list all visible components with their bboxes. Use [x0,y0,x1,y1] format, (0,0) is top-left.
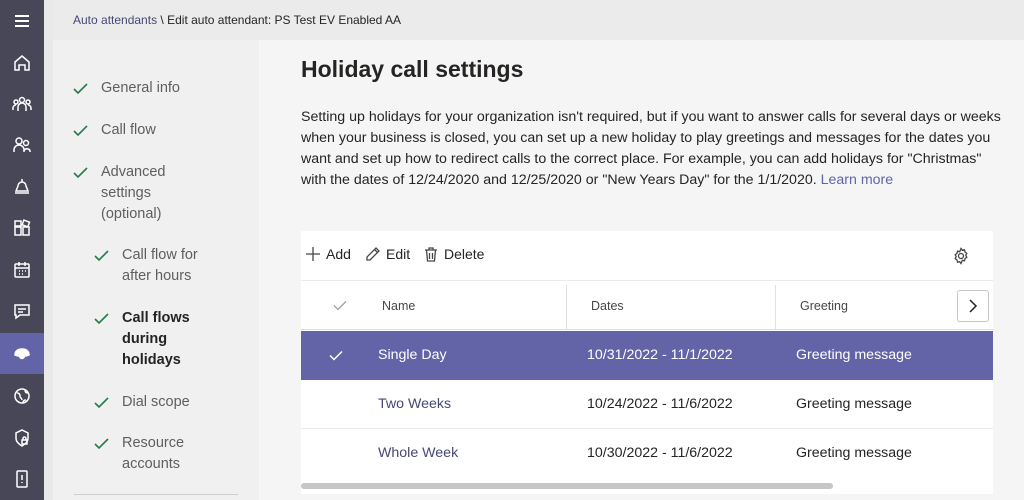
edit-button-label: Edit [386,246,411,262]
holiday-dates: 10/31/2022 - 11/1/2022 [587,347,733,363]
holiday-name[interactable]: Single Day [378,331,447,379]
checkmark-icon [73,78,89,99]
step-advanced-settings[interactable]: Advanced settings (optional) [73,162,183,225]
trash-icon [425,247,437,262]
rail-item-teams[interactable] [0,83,44,124]
messaging-icon [14,303,30,319]
holiday-name[interactable]: Whole Week [378,429,458,477]
horizontal-scrollbar[interactable] [301,483,833,489]
column-header-name[interactable]: Name [382,281,415,330]
step-dial-scope[interactable]: Dial scope [94,392,190,413]
breadcrumb-link-auto-attendants[interactable]: Auto attendants [73,13,157,27]
page-title: Holiday call settings [301,56,524,82]
meetings-icon [14,178,30,194]
column-header-dates[interactable]: Dates [591,281,624,330]
column-separator [566,285,567,330]
rail-item-security[interactable] [0,417,44,458]
step-label: Dial scope [122,394,190,410]
calendar-icon [14,261,30,278]
rail-item-home[interactable] [0,42,44,83]
table-row[interactable]: Whole Week 10/30/2022 - 11/6/2022 Greeti… [301,429,993,478]
teams-icon [12,96,32,111]
learn-more-link[interactable]: Learn more [821,172,894,188]
table-header: Name Dates Greeting [301,280,993,330]
locations-icon [14,387,30,404]
step-general-info[interactable]: General info [73,78,180,99]
delete-button[interactable]: Delete [423,246,484,262]
step-nav-divider [74,494,238,495]
step-label: Call flows during holidays [122,310,190,368]
step-label: Call flow [101,122,156,138]
step-resource-accounts[interactable]: Resource accounts [94,433,204,475]
mobile-icon [16,469,28,488]
step-label: Advanced settings (optional) [101,164,166,222]
checkmark-icon [94,308,110,329]
holiday-dates: 10/24/2022 - 11/6/2022 [587,396,733,412]
column-header-greeting[interactable]: Greeting [800,281,848,330]
checkmark-icon [94,245,110,266]
holiday-greeting: Greeting message [796,347,912,363]
checkmark-icon [94,392,110,413]
step-label: General info [101,80,180,96]
add-button[interactable]: Add [305,246,351,262]
hamburger-menu-button[interactable] [0,0,44,41]
rail-item-calendar[interactable] [0,249,44,290]
table-row[interactable]: Two Weeks 10/24/2022 - 11/6/2022 Greetin… [301,380,993,429]
rail-divider [44,0,53,500]
breadcrumb-bar: Auto attendants \ Edit auto attendant: P… [53,0,1024,40]
holiday-name[interactable]: Two Weeks [378,380,451,428]
breadcrumb: Auto attendants \ Edit auto attendant: P… [73,13,401,27]
home-icon [14,54,30,71]
rail-item-voice[interactable] [0,333,44,374]
breadcrumb-separator: \ [157,13,168,27]
checkmark-icon [73,120,89,141]
delete-button-label: Delete [444,246,485,262]
rail-item-mobile[interactable] [0,458,44,499]
apps-icon [14,218,31,236]
step-call-flow[interactable]: Call flow [73,120,156,141]
users-icon [13,136,31,152]
breadcrumb-current: Edit auto attendant: PS Test EV Enabled … [167,13,402,27]
checkmark-icon [333,301,347,311]
page-description: Setting up holidays for your organizatio… [301,107,1001,191]
hamburger-menu-icon [15,14,29,27]
app-rail [0,0,44,500]
step-call-flows-during-holidays[interactable]: Call flows during holidays [94,308,204,371]
column-separator [775,285,776,330]
security-icon [15,428,29,447]
rail-item-meetings[interactable] [0,165,44,206]
holiday-greeting: Greeting message [796,445,912,461]
add-icon [306,247,320,261]
description-text: Setting up holidays for your organizatio… [301,109,1001,188]
holiday-dates: 10/30/2022 - 11/6/2022 [587,445,733,461]
gear-icon [954,247,968,265]
rail-item-locations[interactable] [0,375,44,416]
main-content: Holiday call settings Setting up holiday… [259,40,1024,500]
step-label: Call flow for after hours [122,247,198,284]
holiday-greeting: Greeting message [796,396,912,412]
scroll-right-button[interactable] [957,290,989,322]
rail-item-users[interactable] [0,124,44,165]
step-label: Resource accounts [122,435,185,472]
rail-item-apps[interactable] [0,207,44,248]
row-checkbox[interactable] [329,331,343,379]
holidays-table-card: Add Edit Delete Name Dates Greeting Sing… [301,231,993,494]
add-button-label: Add [326,246,351,262]
edit-button[interactable]: Edit [365,246,410,262]
checkmark-icon [329,350,343,361]
voice-icon [14,347,30,359]
table-settings-button[interactable] [952,247,972,267]
rail-item-messaging[interactable] [0,290,44,331]
checkmark-icon [94,433,110,454]
pencil-icon [366,247,380,261]
chevron-right-icon [969,299,978,313]
checkmark-icon [73,162,89,183]
table-row[interactable]: Single Day 10/31/2022 - 11/1/2022 Greeti… [301,331,993,380]
step-call-flow-after-hours[interactable]: Call flow for after hours [94,245,214,287]
select-all-checkbox[interactable] [333,281,347,330]
